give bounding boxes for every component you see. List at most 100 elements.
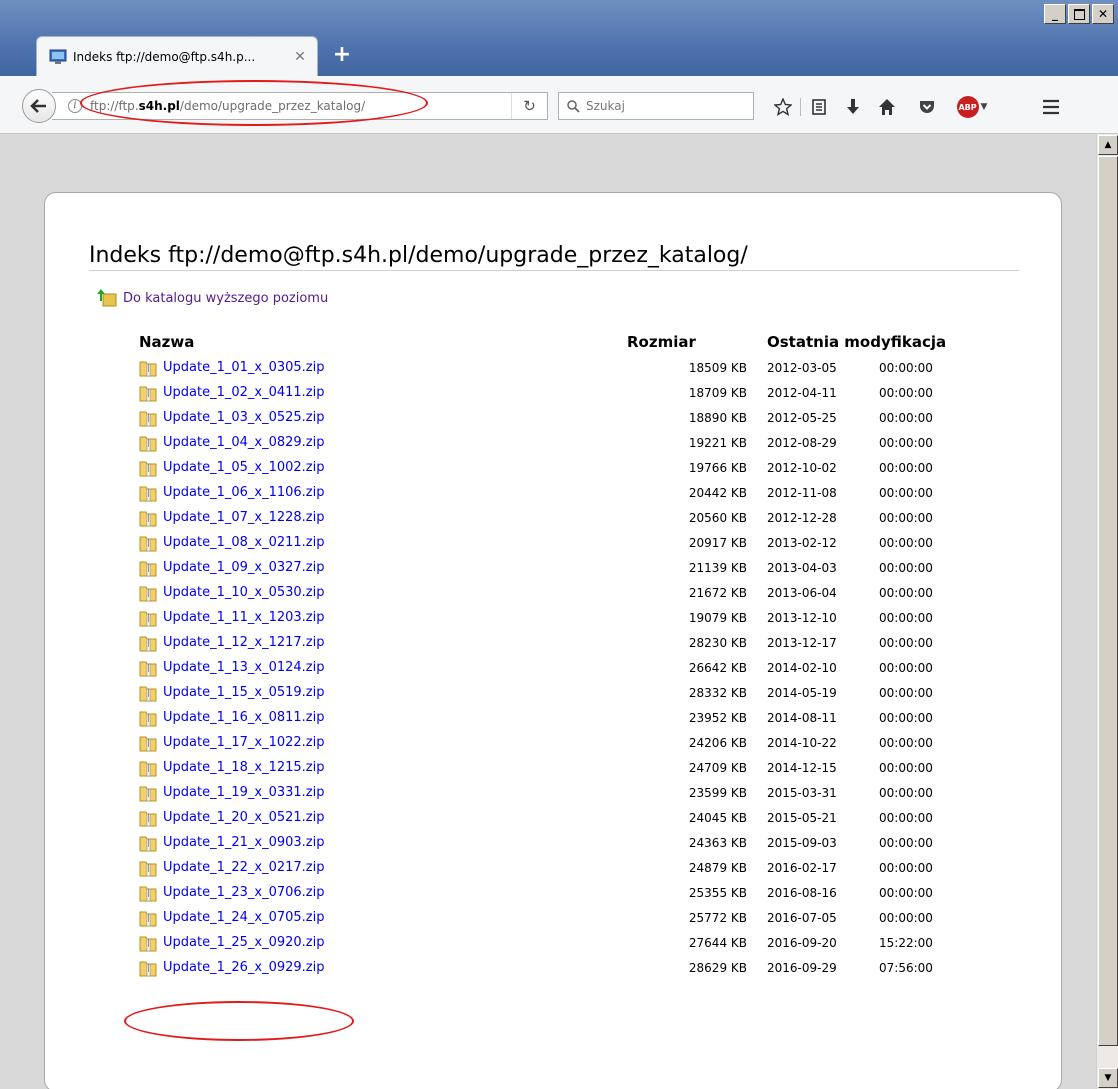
file-time: 00:00:00 [879, 685, 933, 700]
zip-file-icon [139, 936, 157, 951]
scroll-down-button[interactable]: ▼ [1098, 1068, 1118, 1088]
reading-list-icon[interactable] [808, 96, 830, 118]
file-link[interactable]: Update_1_12_x_1217.zip [163, 635, 325, 650]
file-size: 24879 KB [688, 860, 747, 875]
file-size: 20442 KB [688, 485, 747, 500]
file-time: 00:00:00 [879, 610, 933, 625]
file-size: 18890 KB [688, 410, 747, 425]
table-row: Update_1_24_x_0705.zip 25772 KB 2016-07-05… [139, 905, 969, 930]
home-icon[interactable] [876, 96, 898, 118]
table-row: Update_1_22_x_0217.zip 24879 KB 2016-02-17… [139, 855, 969, 880]
pocket-icon[interactable] [916, 96, 938, 118]
table-row: Update_1_09_x_0327.zip 21139 KB 2013-04-03… [139, 555, 969, 580]
file-link[interactable]: Update_1_15_x_0519.zip [163, 685, 325, 700]
folder-up-icon [97, 289, 117, 307]
browser-tab[interactable]: Indeks ftp://demo@ftp.s4h.p... ✕ [36, 36, 318, 76]
search-input[interactable]: Szukaj [558, 92, 754, 120]
file-date: 2014-02-10 [767, 660, 837, 675]
file-link[interactable]: Update_1_08_x_0211.zip [163, 535, 325, 550]
monitor-icon [49, 49, 67, 64]
file-date: 2016-02-17 [767, 860, 837, 875]
file-link[interactable]: Update_1_03_x_0525.zip [163, 410, 325, 425]
file-link[interactable]: Update_1_07_x_1228.zip [163, 510, 325, 525]
table-row: Update_1_13_x_0124.zip 26642 KB 2014-02-10… [139, 655, 969, 680]
file-link[interactable]: Update_1_11_x_1203.zip [163, 610, 325, 625]
file-name-cell: Update_1_12_x_1217.zip [139, 630, 627, 655]
file-size: 23952 KB [688, 710, 747, 725]
table-row: Update_1_26_x_0929.zip 28629 KB 2016-09-29… [139, 955, 969, 980]
table-row: Update_1_18_x_1215.zip 24709 KB 2014-12-15… [139, 755, 969, 780]
directory-listing-card: Indeks ftp://demo@ftp.s4h.pl/demo/upgrad… [44, 192, 1062, 1089]
file-table: Nazwa Rozmiar Ostatnia modyfikacja Updat… [139, 329, 969, 980]
file-date: 2014-12-15 [767, 760, 837, 775]
file-date: 2012-05-25 [767, 410, 837, 425]
file-link[interactable]: Update_1_04_x_0829.zip [163, 435, 325, 450]
file-name-cell: Update_1_11_x_1203.zip [139, 605, 627, 630]
file-date: 2012-10-02 [767, 460, 837, 475]
file-link[interactable]: Update_1_17_x_1022.zip [163, 735, 325, 750]
close-window-button[interactable]: ✕ [1092, 4, 1114, 24]
file-size: 26642 KB [688, 660, 747, 675]
page-title: Indeks ftp://demo@ftp.s4h.pl/demo/upgrad… [89, 243, 1019, 271]
file-name-cell: Update_1_01_x_0305.zip [139, 355, 627, 380]
file-link[interactable]: Update_1_22_x_0217.zip [163, 860, 325, 875]
file-name-cell: Update_1_26_x_0929.zip [139, 955, 627, 980]
file-time: 00:00:00 [879, 460, 933, 475]
file-link[interactable]: Update_1_05_x_1002.zip [163, 460, 325, 475]
file-date: 2014-08-11 [767, 710, 837, 725]
file-link[interactable]: Update_1_24_x_0705.zip [163, 910, 325, 925]
file-link[interactable]: Update_1_09_x_0327.zip [163, 560, 325, 575]
file-link[interactable]: Update_1_10_x_0530.zip [163, 585, 325, 600]
minimize-button[interactable]: _ [1044, 4, 1066, 24]
back-arrow-icon[interactable] [22, 89, 56, 123]
file-link[interactable]: Update_1_18_x_1215.zip [163, 760, 325, 775]
file-date: 2016-09-20 [767, 935, 837, 950]
column-header-size[interactable]: Rozmiar [627, 329, 767, 355]
hamburger-menu-icon[interactable] [1040, 96, 1062, 118]
file-link[interactable]: Update_1_02_x_0411.zip [163, 385, 325, 400]
table-row: Update_1_10_x_0530.zip 21672 KB 2013-06-04… [139, 580, 969, 605]
abp-icon[interactable]: ABP ▼ [954, 96, 990, 118]
file-date: 2013-12-10 [767, 610, 837, 625]
reload-icon[interactable]: ↻ [511, 93, 547, 119]
table-row: Update_1_02_x_0411.zip 18709 KB 2012-04-11… [139, 380, 969, 405]
table-row: Update_1_25_x_0920.zip 27644 KB 2016-09-20… [139, 930, 969, 955]
file-link[interactable]: Update_1_23_x_0706.zip [163, 885, 325, 900]
table-row: Update_1_17_x_1022.zip 24206 KB 2014-10-22… [139, 730, 969, 755]
file-link[interactable]: Update_1_19_x_0331.zip [163, 785, 325, 800]
file-time: 00:00:00 [879, 410, 933, 425]
file-time: 00:00:00 [879, 885, 933, 900]
file-size: 24045 KB [688, 810, 747, 825]
star-icon[interactable] [772, 96, 794, 118]
file-size: 27644 KB [688, 935, 747, 950]
zip-file-icon [139, 686, 157, 701]
maximize-button[interactable] [1068, 4, 1090, 24]
scroll-up-button[interactable]: ▲ [1098, 135, 1118, 155]
close-icon[interactable]: ✕ [293, 50, 307, 64]
download-icon[interactable] [842, 96, 864, 118]
parent-directory-link[interactable]: Do katalogu wyższego poziomu [97, 289, 328, 307]
file-link[interactable]: Update_1_16_x_0811.zip [163, 710, 325, 725]
zip-file-icon [139, 361, 157, 376]
file-link[interactable]: Update_1_20_x_0521.zip [163, 810, 325, 825]
file-link[interactable]: Update_1_25_x_0920.zip [163, 935, 325, 950]
plus-icon[interactable]: + [330, 44, 354, 68]
scroll-thumb[interactable] [1098, 156, 1118, 1046]
file-time: 00:00:00 [879, 435, 933, 450]
table-row: Update_1_03_x_0525.zip 18890 KB 2012-05-25… [139, 405, 969, 430]
file-link[interactable]: Update_1_06_x_1106.zip [163, 485, 325, 500]
file-link[interactable]: Update_1_01_x_0305.zip [163, 360, 325, 375]
vertical-scrollbar[interactable]: ▲ ▼ [1096, 134, 1118, 1089]
file-date: 2014-10-22 [767, 735, 837, 750]
column-header-modified[interactable]: Ostatnia modyfikacja [767, 329, 969, 355]
column-header-name[interactable]: Nazwa [139, 329, 627, 355]
file-link[interactable]: Update_1_26_x_0929.zip [163, 960, 325, 975]
file-size: 23599 KB [688, 785, 747, 800]
zip-file-icon [139, 836, 157, 851]
table-row: Update_1_01_x_0305.zip 18509 KB 2012-03-05… [139, 355, 969, 380]
file-name-cell: Update_1_22_x_0217.zip [139, 855, 627, 880]
file-link[interactable]: Update_1_13_x_0124.zip [163, 660, 325, 675]
file-link[interactable]: Update_1_21_x_0903.zip [163, 835, 325, 850]
file-time: 00:00:00 [879, 385, 933, 400]
file-size: 21672 KB [688, 585, 747, 600]
